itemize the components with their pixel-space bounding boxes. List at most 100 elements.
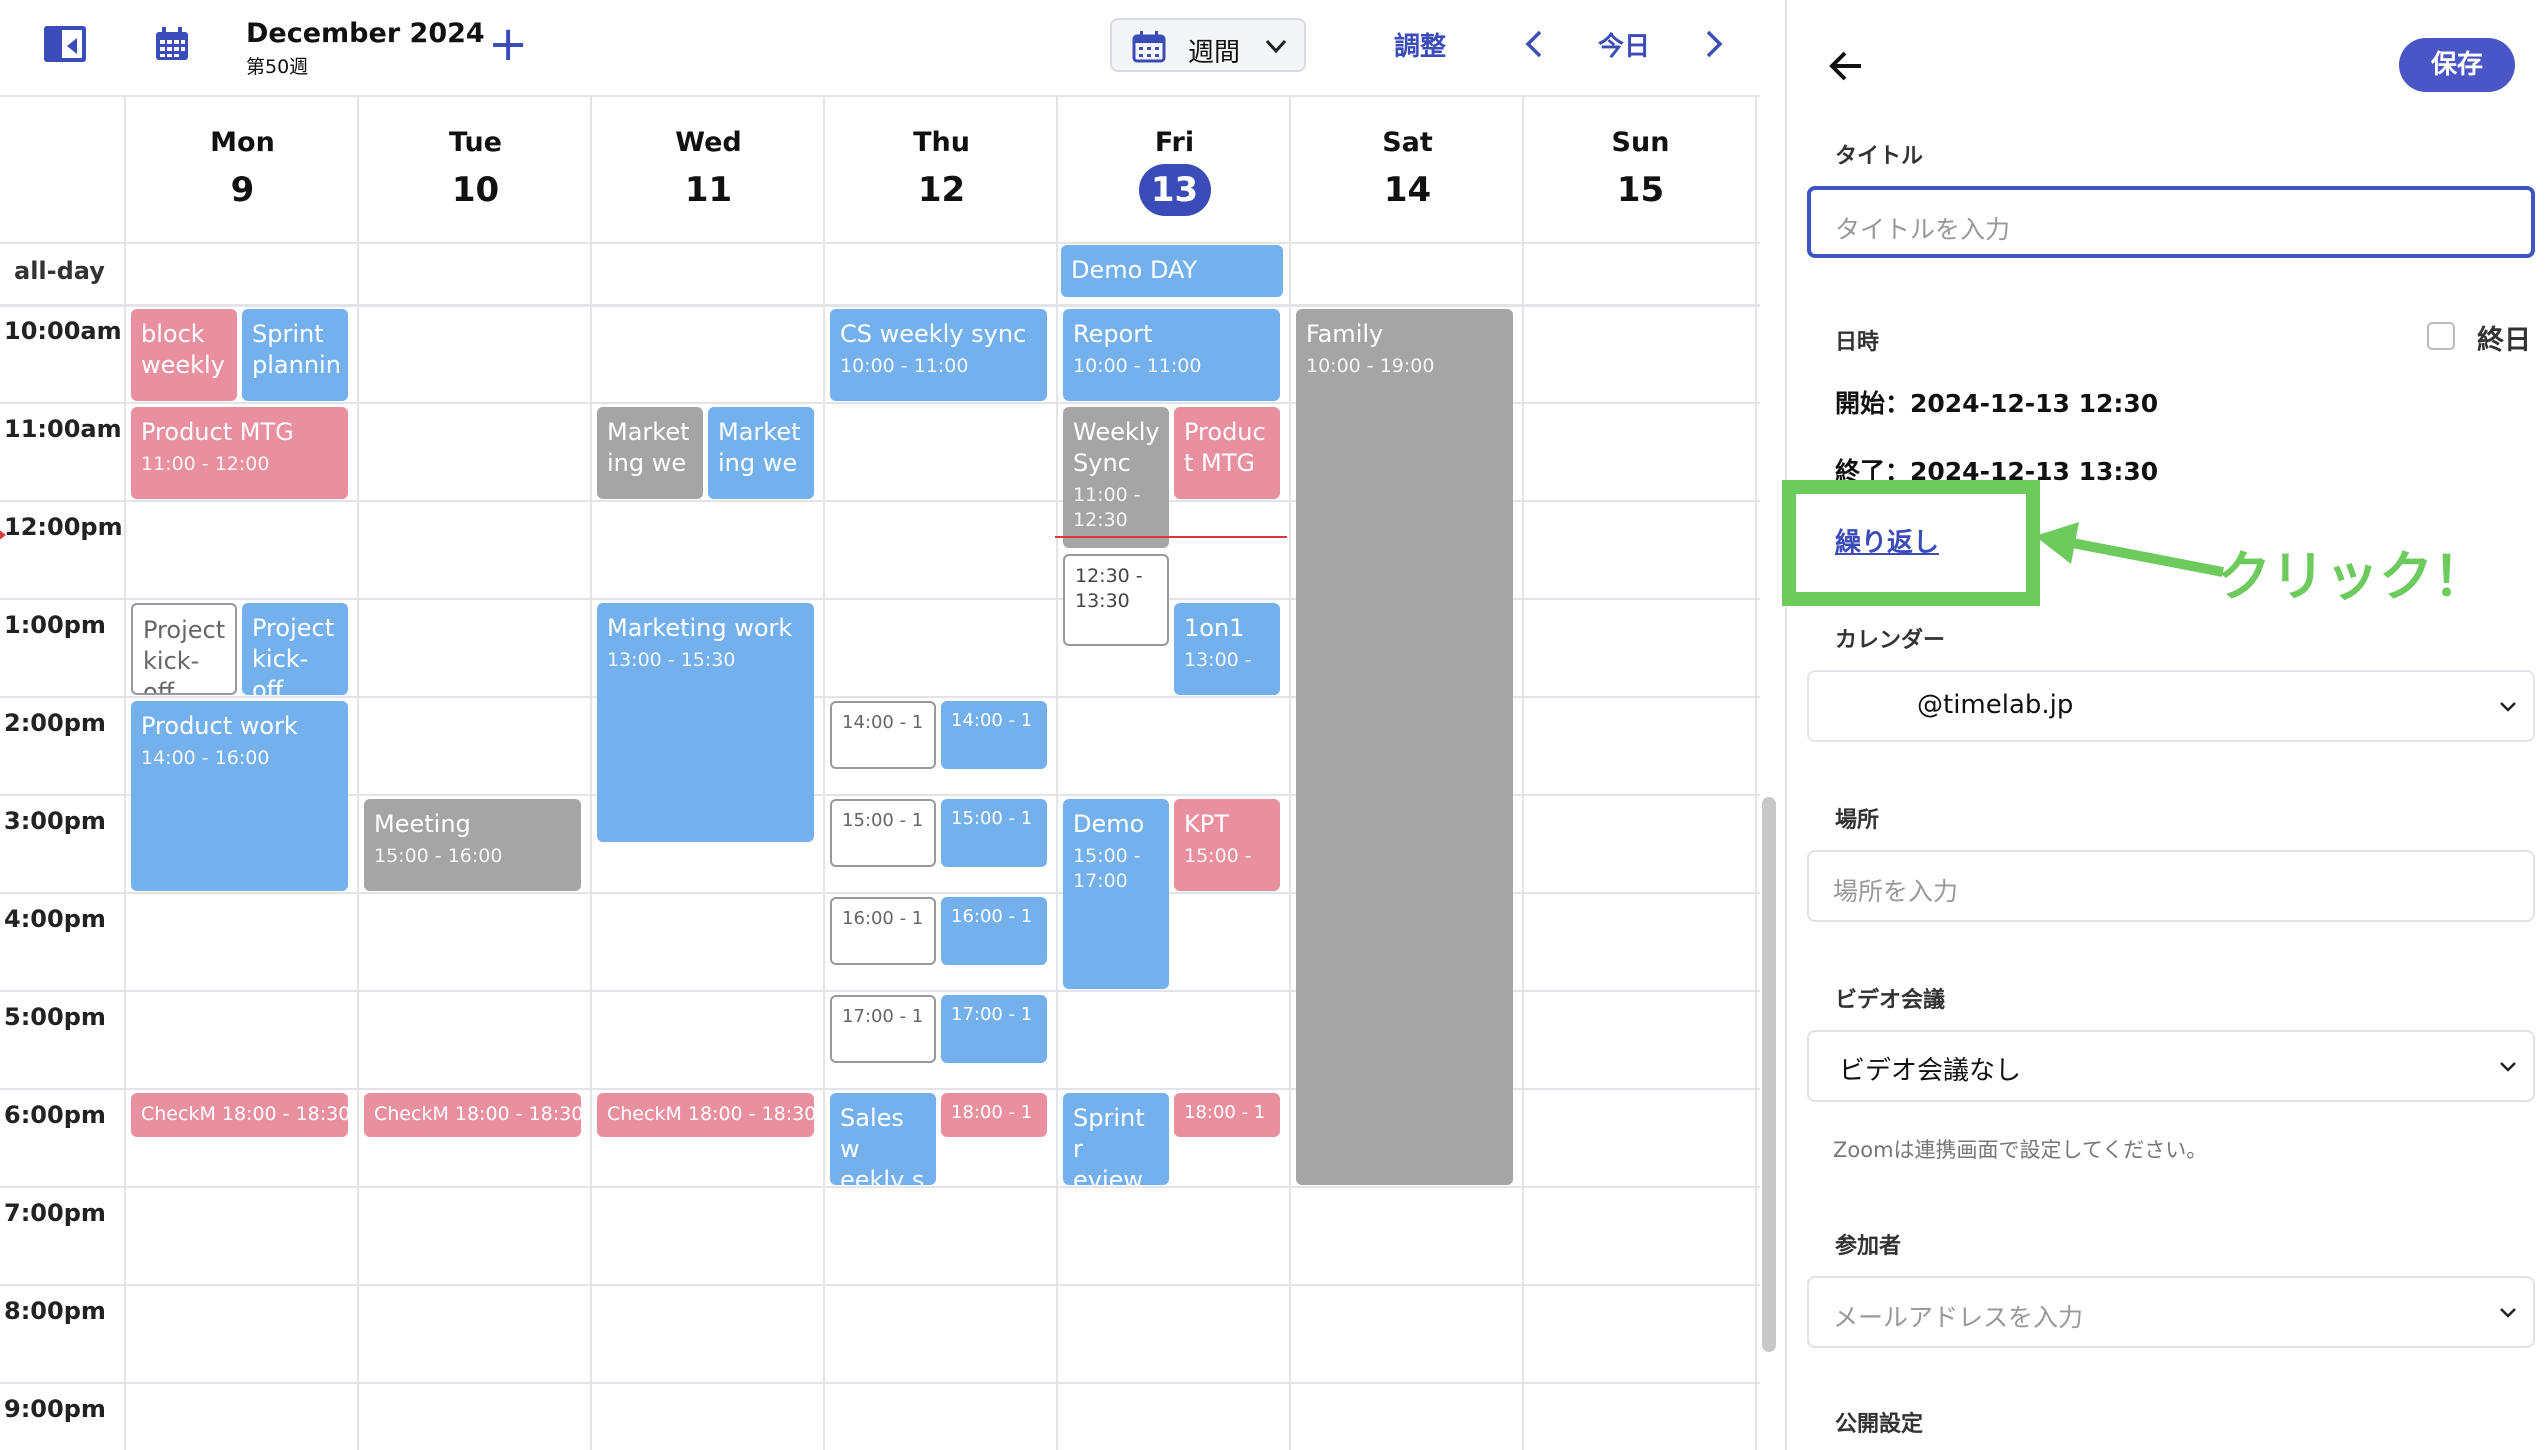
event-sprint-review[interactable]: Sprint r eview [1063,1093,1169,1185]
grid-line [0,242,1760,244]
day-header-mon[interactable]: Mon 9 [126,97,359,242]
event-untitled[interactable]: 15:00 - 1 [941,799,1047,867]
grid-line [1289,97,1291,1450]
event-marketing-weekly[interactable]: Market ing we [597,407,703,499]
event-kpt[interactable]: KPT 15:00 - [1174,799,1280,891]
sidebar-toggle-icon[interactable] [44,26,86,62]
hour-label: 11:00am [4,415,122,443]
all-day-checkbox[interactable] [2427,322,2455,350]
grid-line [0,304,1760,307]
hour-label: 6:00pm [4,1101,106,1129]
location-label: 場所 [1835,808,1880,833]
title-label: タイトル [1835,144,1924,169]
current-time-marker [0,529,6,541]
week-number: 第50週 [246,56,309,78]
video-select[interactable]: ビデオ会議なし [1807,1030,2535,1102]
event-untitled[interactable]: 18:00 - 1 [941,1093,1047,1137]
day-header-thu[interactable]: Thu 12 [825,97,1058,242]
event-demo-day[interactable]: Demo DAY [1061,245,1283,297]
hour-label: 1:00pm [4,611,106,639]
event-product-mtg[interactable]: Product MTG 11:00 - 12:00 [131,407,348,499]
event-sprint-planning[interactable]: Sprint plannin [242,309,348,401]
today-button[interactable]: 今日 [1598,26,1650,63]
event-untitled[interactable]: 14:00 - 1 [830,701,936,769]
chevron-down-icon [1262,32,1290,64]
adjust-button[interactable]: 調整 [1394,26,1446,63]
hour-label: 8:00pm [4,1297,106,1325]
video-value: ビデオ会議なし [1839,1056,2022,1086]
event-project-kickoff[interactable]: Project kick-off [131,603,237,695]
hour-label: 12:00pm [4,513,123,541]
start-datetime[interactable]: 開始：2024-12-13 12:30 [1835,384,2158,420]
event-untitled[interactable]: 18:00 - 1 [1174,1093,1280,1137]
current-time-line [1055,536,1287,538]
arrow-left-icon[interactable] [1827,48,1867,88]
event-product-work[interactable]: Product work 14:00 - 16:00 [131,701,348,891]
event-sales-weekly[interactable]: Sales w eekly s [830,1093,936,1185]
day-header-tue[interactable]: Tue 10 [359,97,592,242]
event-untitled[interactable]: 17:00 - 1 [830,995,936,1063]
event-meeting[interactable]: Meeting 15:00 - 16:00 [364,799,581,891]
calendar-select[interactable]: @timelab.jp [1807,670,2535,742]
hour-label: 10:00am [4,317,122,345]
event-marketing-weekly[interactable]: Market ing we [708,407,814,499]
grid-line [0,1284,1760,1286]
event-untitled[interactable]: 15:00 - 1 [830,799,936,867]
event-product-mtg[interactable]: Produc t MTG [1174,407,1280,499]
title-placeholder: タイトルを入力 [1835,215,2011,244]
visibility-label: 公開設定 [1835,1412,1924,1437]
calendar-label: カレンダー [1835,628,1946,653]
day-header-wed[interactable]: Wed 11 [592,97,825,242]
calendar-icon [1132,31,1166,67]
day-number: 9 [230,170,255,210]
calendar-value: @timelab.jp [1917,690,2074,720]
event-family[interactable]: Family 10:00 - 19:00 [1296,309,1513,1185]
calendar-scrollbar[interactable] [1762,797,1776,1352]
event-checkm[interactable]: CheckM 18:00 - 18:30 [131,1093,348,1137]
view-select[interactable]: 週間 [1110,18,1306,72]
location-input[interactable]: 場所を入力 [1807,850,2535,922]
event-edit-panel: 保存 タイトル タイトルを入力 日時 終日 開始：2024-12-13 12:3… [1782,0,2548,1450]
attendees-placeholder: メールアドレスを入力 [1833,1303,2084,1332]
annotation-text: クリック！ [2217,545,2487,608]
all-day-label: all-day [14,257,105,285]
event-checkm[interactable]: CheckM 18:00 - 18:30 [364,1093,581,1137]
event-block-weekly[interactable]: block weekly [131,309,237,401]
event-untitled[interactable]: 16:00 - 1 [941,897,1047,965]
chevron-right-icon[interactable] [1700,24,1728,68]
add-event-button[interactable]: + [488,20,528,68]
calendar-icon[interactable] [154,26,190,66]
save-button[interactable]: 保存 [2399,38,2515,92]
repeat-link[interactable]: 繰り返し [1835,522,1939,559]
event-project-kickoff[interactable]: Project kick-off [242,603,348,695]
event-cs-weekly-sync[interactable]: CS weekly sync 10:00 - 11:00 [830,309,1047,401]
event-untitled[interactable]: 16:00 - 1 [830,897,936,965]
event-report[interactable]: Report 10:00 - 11:00 [1063,309,1280,401]
day-number: 12 [917,170,966,210]
day-name: Tue [449,127,502,158]
day-number: 14 [1383,170,1432,210]
video-label: ビデオ会議 [1835,988,1946,1013]
hour-label: 3:00pm [4,807,106,835]
day-header-sun[interactable]: Sun 15 [1524,97,1757,242]
event-1on1[interactable]: 1on1 13:00 - [1174,603,1280,695]
month-title: December 2024 [246,18,485,49]
event-new-selected[interactable]: 12:30 - 13:30 [1063,554,1169,646]
event-demo[interactable]: Demo 15:00 - 17:00 [1063,799,1169,989]
event-weekly-sync[interactable]: Weekly Sync 11:00 - 12:30 [1063,407,1169,548]
event-untitled[interactable]: 14:00 - 1 [941,701,1047,769]
chevron-left-icon[interactable] [1520,24,1548,68]
grid-line [0,1186,1760,1188]
chevron-down-icon [2497,698,2519,720]
event-untitled[interactable]: 17:00 - 1 [941,995,1047,1063]
view-select-label: 週間 [1188,38,1241,68]
attendees-input[interactable]: メールアドレスを入力 [1807,1276,2535,1348]
hour-label: 2:00pm [4,709,106,737]
day-number: 11 [684,170,733,210]
day-header-fri[interactable]: Fri 13 [1058,97,1291,242]
event-marketing-work[interactable]: Marketing work 13:00 - 15:30 [597,603,814,842]
zoom-note: Zoomは連携画面で設定してください。 [1833,1138,2208,1162]
day-header-sat[interactable]: Sat 14 [1291,97,1524,242]
event-checkm[interactable]: CheckM 18:00 - 18:30 [597,1093,814,1137]
title-input[interactable]: タイトルを入力 [1807,186,2535,258]
